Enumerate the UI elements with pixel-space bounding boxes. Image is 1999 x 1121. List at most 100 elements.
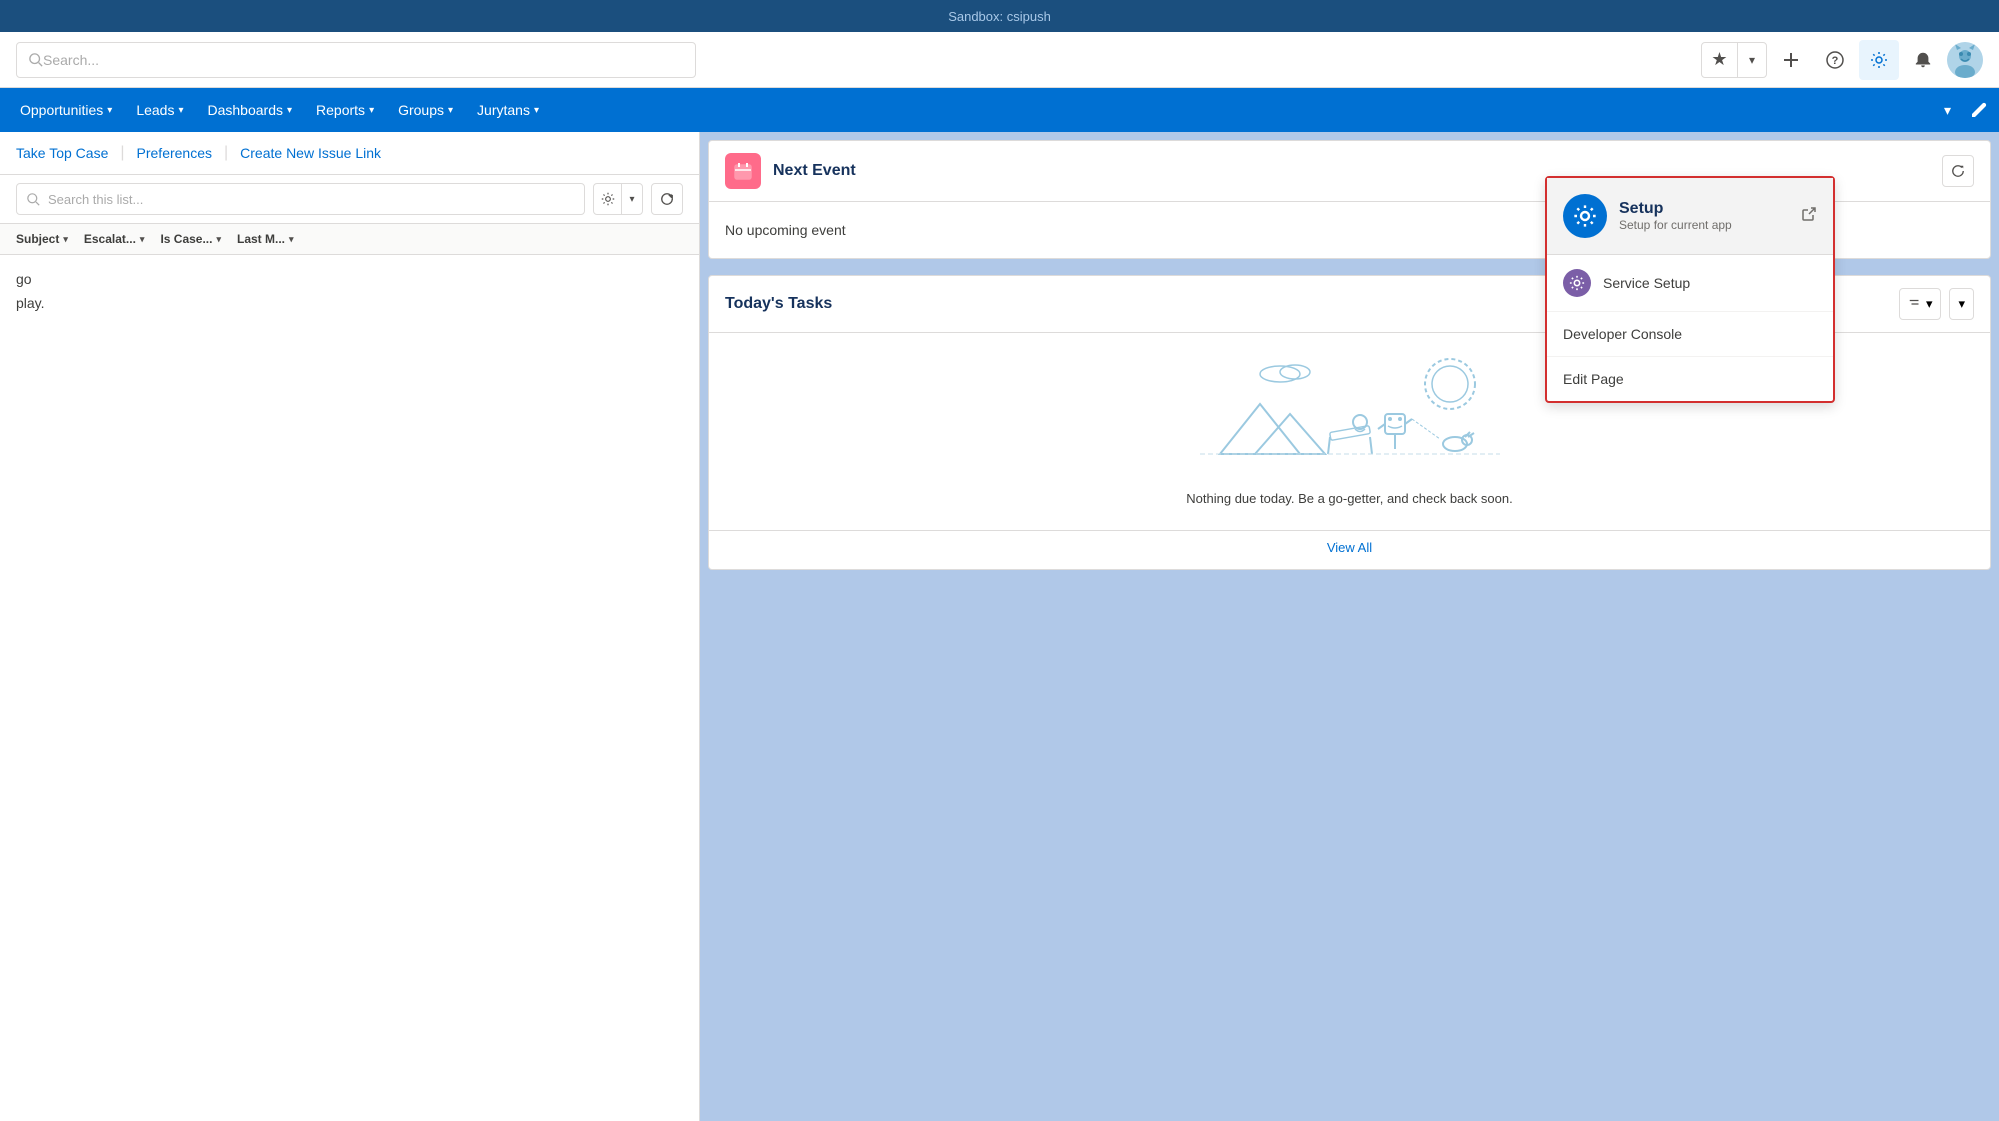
- tasks-dropdown-button[interactable]: ▾: [1949, 288, 1974, 320]
- setup-title: Setup: [1619, 200, 1789, 218]
- gear-icon: [1870, 51, 1888, 69]
- nav-item-opportunities[interactable]: Opportunities ▾: [8, 88, 124, 132]
- setup-gear-svg: [1573, 204, 1597, 228]
- user-avatar[interactable]: [1947, 42, 1983, 78]
- col-caret-subject: ▾: [63, 234, 68, 245]
- tasks-empty-illustration: [1200, 354, 1500, 474]
- next-event-title: Next Event: [773, 162, 856, 180]
- gear-dropdown-menu: Setup Setup for current app: [1545, 176, 1835, 403]
- plus-icon: [1782, 51, 1800, 69]
- col-caret-escalat: ▾: [140, 234, 145, 245]
- edit-icon: [1971, 102, 1987, 118]
- developer-console-label: Developer Console: [1563, 326, 1682, 342]
- list-gear-caret[interactable]: ▾: [622, 184, 642, 214]
- table-header: Subject ▾ Escalat... ▾ Is Case... ▾ Last…: [0, 224, 699, 255]
- sandbox-label: Sandbox: csipush: [948, 9, 1051, 24]
- app-header: ★ ▾ ?: [0, 32, 1999, 88]
- nav-item-leads[interactable]: Leads ▾: [124, 88, 195, 132]
- col-escalat[interactable]: Escalat... ▾: [84, 232, 145, 246]
- add-button[interactable]: [1771, 40, 1811, 80]
- take-top-case-button[interactable]: Take Top Case: [16, 145, 108, 161]
- dropdown-edit-page-item[interactable]: Edit Page: [1547, 357, 1833, 401]
- favorites-caret-button[interactable]: ▾: [1738, 43, 1766, 77]
- dropdown-developer-console-item[interactable]: Developer Console: [1547, 312, 1833, 357]
- search-icon: [29, 53, 43, 67]
- nav-item-jurytans[interactable]: Jurytans ▾: [465, 88, 551, 132]
- filter-caret: ▾: [1926, 296, 1933, 312]
- partial-text-play: play.: [16, 295, 683, 311]
- search-input[interactable]: [43, 52, 683, 68]
- global-search-bar[interactable]: [16, 42, 696, 78]
- col-iscase[interactable]: Is Case... ▾: [160, 232, 221, 246]
- list-gear-split-button[interactable]: ▾: [593, 183, 643, 215]
- filter-icon: [1908, 297, 1922, 311]
- col-caret-iscase: ▾: [216, 234, 221, 245]
- next-event-refresh-icon: [1951, 164, 1965, 178]
- setup-subtitle: Setup for current app: [1619, 218, 1789, 232]
- nav-item-reports[interactable]: Reports ▾: [304, 88, 386, 132]
- list-settings-icon: [594, 184, 622, 214]
- nav-caret-reports: ▾: [369, 105, 374, 116]
- nav-label-jurytans: Jurytans: [477, 102, 530, 118]
- settings-icon: [601, 192, 615, 206]
- nav-caret-opportunities: ▾: [107, 105, 112, 116]
- help-icon: ?: [1826, 51, 1844, 69]
- nav-label-groups: Groups: [398, 102, 444, 118]
- nav-more-button[interactable]: ▾: [1936, 88, 1959, 132]
- tasks-empty-text: Nothing due today. Be a go-getter, and c…: [1186, 491, 1512, 506]
- top-banner: Sandbox: csipush: [0, 0, 1999, 32]
- nav-bar: Opportunities ▾ Leads ▾ Dashboards ▾ Rep…: [0, 88, 1999, 132]
- favorites-star-button[interactable]: ★: [1702, 43, 1738, 77]
- list-search-field[interactable]: [48, 192, 574, 207]
- gear-button[interactable]: [1859, 40, 1899, 80]
- calendar-icon: [725, 153, 761, 189]
- nav-item-groups[interactable]: Groups ▾: [386, 88, 465, 132]
- nav-caret-dashboards: ▾: [287, 105, 292, 116]
- list-refresh-button[interactable]: [651, 183, 683, 215]
- external-link-icon: [1801, 206, 1817, 227]
- nav-caret-jurytans: ▾: [534, 105, 539, 116]
- nav-caret-leads: ▾: [178, 105, 183, 116]
- refresh-icon: [660, 192, 674, 206]
- main-content: Take Top Case | Preferences | Create New…: [0, 132, 1999, 1121]
- partial-text-go: go: [16, 271, 683, 287]
- create-new-issue-link-button[interactable]: Create New Issue Link: [240, 145, 381, 161]
- setup-gear-icon: [1563, 194, 1607, 238]
- nav-edit-button[interactable]: [1959, 88, 1999, 132]
- favorites-group[interactable]: ★ ▾: [1701, 42, 1767, 78]
- avatar-image: [1947, 42, 1983, 78]
- tasks-filter-button[interactable]: ▾: [1899, 288, 1942, 320]
- list-search-row: ▾: [0, 175, 699, 224]
- view-all-link[interactable]: View All: [1327, 540, 1372, 555]
- col-caret-lastm: ▾: [289, 234, 294, 245]
- service-setup-svg: [1569, 275, 1585, 291]
- next-event-refresh-button[interactable]: [1942, 155, 1974, 187]
- dropdown-service-setup-item[interactable]: Service Setup: [1547, 255, 1833, 312]
- list-search-input-container[interactable]: [16, 183, 585, 215]
- tasks-dropdown-caret: ▾: [1958, 296, 1965, 312]
- nav-item-dashboards[interactable]: Dashboards ▾: [196, 88, 305, 132]
- dropdown-setup-item[interactable]: Setup Setup for current app: [1547, 178, 1833, 255]
- col-subject[interactable]: Subject ▾: [16, 232, 68, 246]
- bell-button[interactable]: [1903, 40, 1943, 80]
- list-search-icon: [27, 193, 40, 206]
- help-button[interactable]: ?: [1815, 40, 1855, 80]
- list-header: Take Top Case | Preferences | Create New…: [0, 132, 699, 175]
- nav-caret-groups: ▾: [448, 105, 453, 116]
- nav-label-reports: Reports: [316, 102, 365, 118]
- col-lastm[interactable]: Last M... ▾: [237, 232, 294, 246]
- nav-label-dashboards: Dashboards: [208, 102, 284, 118]
- preferences-button[interactable]: Preferences: [137, 145, 212, 161]
- nav-label-leads: Leads: [136, 102, 174, 118]
- external-link-svg: [1801, 206, 1817, 222]
- service-setup-label: Service Setup: [1603, 275, 1690, 291]
- nav-label-opportunities: Opportunities: [20, 102, 103, 118]
- setup-text-group: Setup Setup for current app: [1619, 200, 1789, 232]
- service-setup-icon: [1563, 269, 1591, 297]
- nav-right-controls: ▾: [1936, 88, 1999, 132]
- tasks-title: Today's Tasks: [725, 295, 832, 313]
- svg-text:?: ?: [1832, 55, 1839, 67]
- tasks-controls: ▾ ▾: [1899, 288, 1974, 320]
- edit-page-label: Edit Page: [1563, 371, 1624, 387]
- left-panel: Take Top Case | Preferences | Create New…: [0, 132, 700, 1121]
